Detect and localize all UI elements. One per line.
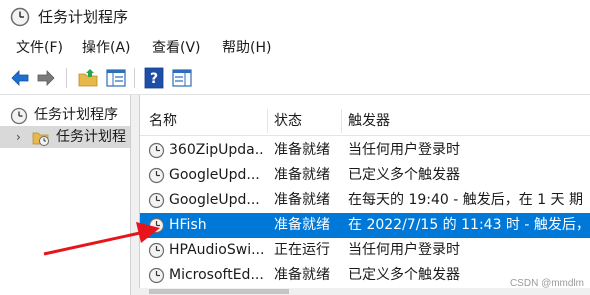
- table-row-selected[interactable]: HFish 准备就绪 在 2022/7/15 的 11:43 时 - 触发后，: [140, 213, 590, 238]
- title-bar: 任务计划程序: [0, 0, 590, 34]
- chevron-right-icon[interactable]: ›: [16, 126, 21, 148]
- forward-arrow-icon[interactable]: [34, 66, 58, 90]
- task-clock-icon: [148, 217, 165, 234]
- watermark: CSDN @mmdlm: [509, 278, 584, 289]
- column-header-name[interactable]: 名称: [149, 111, 177, 131]
- task-clock-icon: [148, 142, 165, 159]
- menu-help[interactable]: 帮助(H): [222, 39, 271, 57]
- toolbar-separator: [134, 68, 135, 88]
- show-hide-tree-icon[interactable]: [104, 66, 128, 90]
- cell-status: 准备就绪: [274, 167, 330, 183]
- cell-name: 360ZipUpda...: [169, 142, 265, 158]
- cell-status: 正在运行: [274, 242, 330, 258]
- show-hide-action-pane-icon[interactable]: [170, 66, 194, 90]
- back-arrow-icon[interactable]: [8, 66, 32, 90]
- column-header-status[interactable]: 状态: [274, 111, 302, 131]
- cell-name: MicrosoftEd...: [169, 267, 264, 283]
- help-icon[interactable]: ?: [142, 66, 166, 90]
- navigation-tree: 任务计划程序 › 任务计划程: [0, 95, 131, 295]
- horizontal-scrollbar[interactable]: [139, 288, 590, 295]
- window-title: 任务计划程序: [38, 8, 129, 26]
- tree-item-label: 任务计划程: [56, 129, 126, 145]
- menu-action[interactable]: 操作(A): [82, 39, 131, 57]
- cell-trigger: 在每天的 19:40 - 触发后，在 1 天 期: [348, 192, 584, 208]
- cell-trigger: 在 2022/7/15 的 11:43 时 - 触发后，: [348, 217, 590, 233]
- cell-name: GoogleUpd...: [169, 167, 260, 183]
- scrollbar-thumb[interactable]: [149, 289, 289, 294]
- cell-trigger: 已定义多个触发器: [348, 167, 460, 183]
- cell-trigger: 当任何用户登录时: [348, 242, 460, 258]
- toolbar-separator: [66, 68, 67, 88]
- table-row[interactable]: GoogleUpd... 准备就绪 在每天的 19:40 - 触发后，在 1 天…: [140, 188, 590, 213]
- tree-item-label: 任务计划程序: [34, 107, 118, 123]
- task-list: 名称 状态 触发器 360ZipUpda... 准备就绪 当任何用户登录时 Go…: [139, 95, 590, 295]
- tree-item-task-scheduler-library[interactable]: › 任务计划程: [0, 126, 130, 148]
- menu-file[interactable]: 文件(F): [16, 39, 63, 57]
- column-divider[interactable]: [341, 109, 342, 133]
- folder-clock-icon: [32, 132, 49, 146]
- cell-name: HPAudioSwi...: [169, 242, 265, 258]
- menu-bar: 文件(F) 操作(A) 查看(V) 帮助(H): [0, 34, 590, 62]
- toolbar: ?: [0, 62, 590, 95]
- column-header-trigger[interactable]: 触发器: [348, 111, 390, 131]
- folder-up-icon[interactable]: [76, 66, 100, 90]
- task-clock-icon: [148, 167, 165, 184]
- menu-view[interactable]: 查看(V): [152, 39, 201, 57]
- cell-status: 准备就绪: [274, 192, 330, 208]
- clock-icon: [10, 107, 28, 125]
- table-row[interactable]: HPAudioSwi... 正在运行 当任何用户登录时: [140, 238, 590, 263]
- cell-name: GoogleUpd...: [169, 192, 260, 208]
- tree-item-task-scheduler[interactable]: 任务计划程序: [0, 104, 130, 126]
- cell-status: 准备就绪: [274, 142, 330, 158]
- column-divider[interactable]: [267, 109, 268, 133]
- task-clock-icon: [148, 192, 165, 209]
- cell-name: HFish: [169, 217, 207, 233]
- cell-status: 准备就绪: [274, 217, 330, 233]
- cell-status: 准备就绪: [274, 267, 330, 283]
- cell-trigger: 当任何用户登录时: [348, 142, 460, 158]
- table-row[interactable]: 360ZipUpda... 准备就绪 当任何用户登录时: [140, 138, 590, 163]
- task-clock-icon: [148, 267, 165, 284]
- task-scheduler-clock-icon: [10, 7, 30, 27]
- table-row[interactable]: GoogleUpd... 准备就绪 已定义多个触发器: [140, 163, 590, 188]
- splitter[interactable]: [131, 95, 139, 295]
- task-clock-icon: [148, 242, 165, 259]
- svg-text:?: ?: [150, 71, 158, 87]
- list-header: 名称 状态 触发器: [140, 107, 590, 136]
